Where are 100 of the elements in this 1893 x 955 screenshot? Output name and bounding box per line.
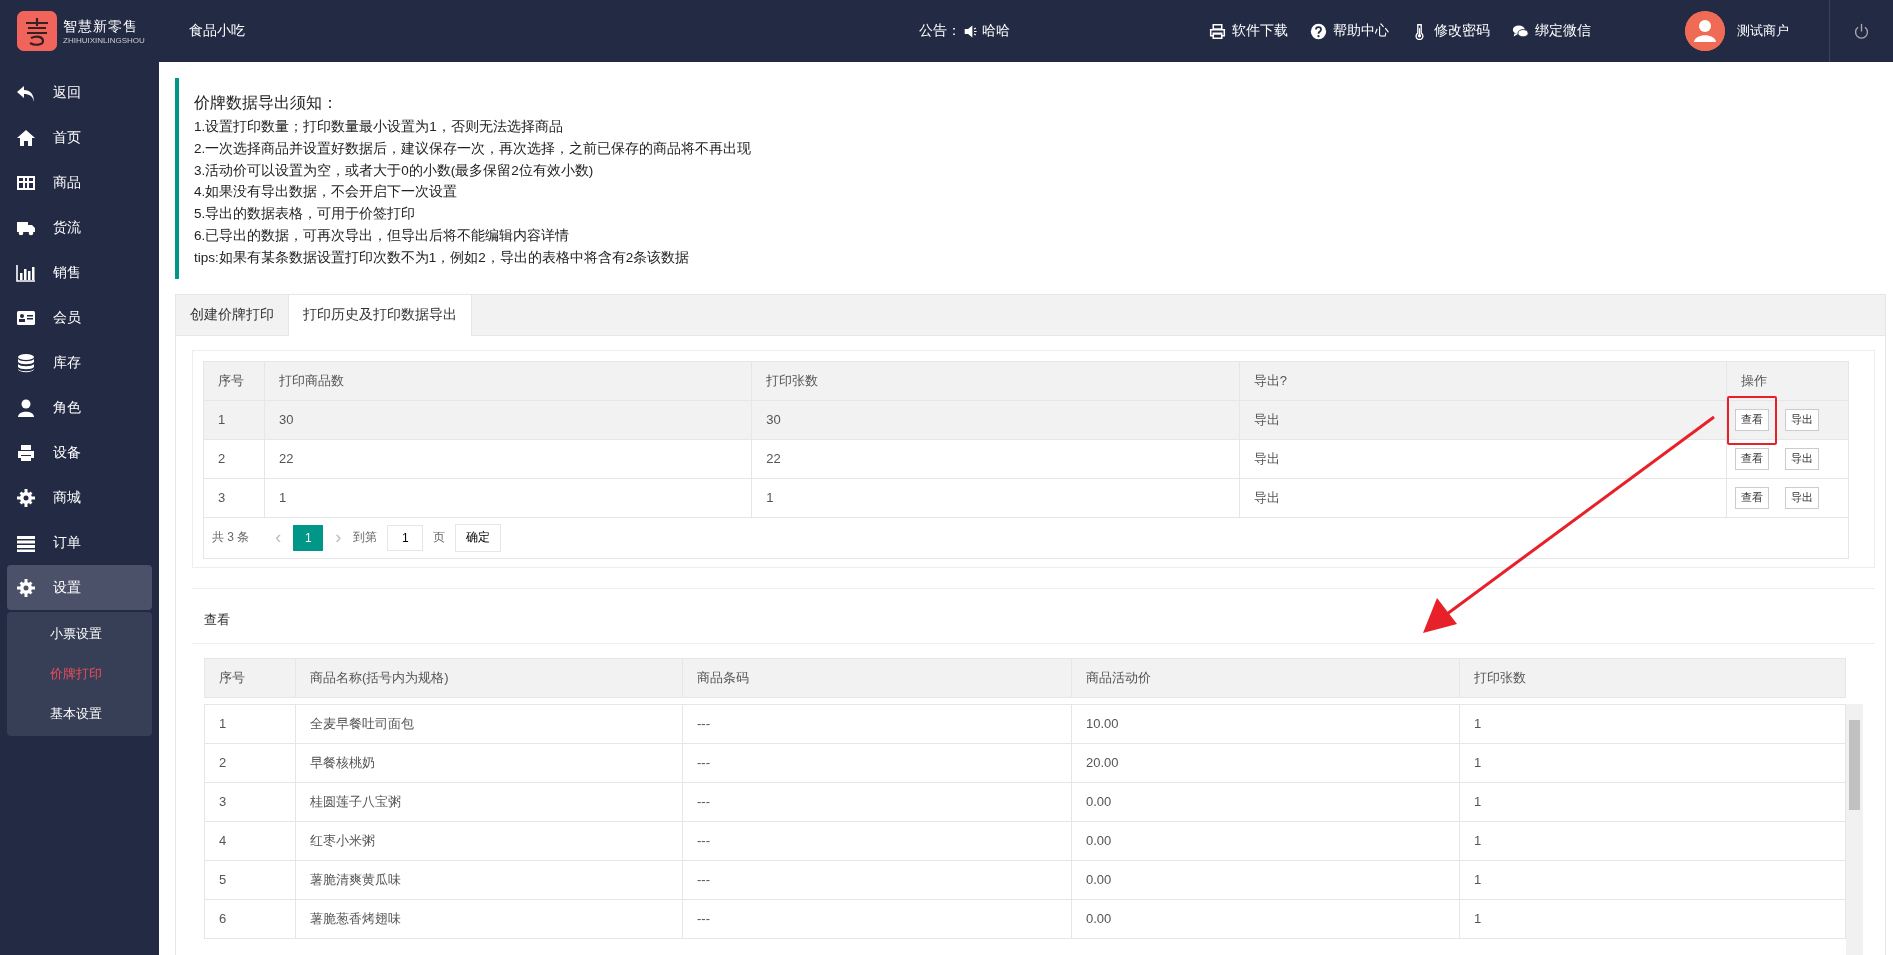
table-cell: 20.00 [1071,743,1460,783]
column-header: 打印张数 [1459,658,1846,698]
table-cell: 30 [751,400,1240,440]
table-cell: 1 [1459,899,1846,939]
table-cell: --- [682,860,1072,900]
sidebar-item[interactable]: 首页 [7,115,152,160]
goto-label: 到第 [353,529,378,547]
sidebar-item[interactable]: 库存 [7,340,152,385]
sidebar-item[interactable]: 销售 [7,250,152,295]
brand-name: 智慧新零售 [63,17,139,36]
bar-chart-icon [16,262,36,283]
column-header: 序号 [203,361,265,401]
action-button[interactable]: 查看 [1735,486,1769,509]
table-cell: 1 [264,478,752,518]
column-header: 商品名称(括号内为规格) [295,658,683,698]
header-link[interactable]: 修改密码 [1411,22,1490,40]
sidebar-item[interactable]: 角色 [7,385,152,430]
table-cell: 4 [204,821,296,861]
scrollbar-thumb[interactable] [1849,719,1860,810]
table-cell: 导出 [1239,439,1727,479]
table-cell: 22 [264,439,752,479]
sidebar-item[interactable]: 商品 [7,160,152,205]
table-cell: 10.00 [1071,704,1460,744]
table-cell: 桂圆莲子八宝粥 [295,782,683,822]
column-header: 序号 [204,658,296,698]
scrollbar[interactable] [1846,703,1863,955]
table-cell: 0.00 [1071,821,1460,861]
sidebar-item[interactable]: 货流 [7,205,152,250]
table-cell: 薯脆清爽黄瓜味 [295,860,683,900]
action-button[interactable]: 导出 [1785,486,1819,509]
action-button[interactable]: 查看 [1735,447,1769,470]
brand-subtitle: ZHIHUIXINLINGSHOU [63,35,145,45]
printer-icon [16,442,36,463]
notice-line: 5.导出的数据表格，可用于价签打印 [194,205,417,224]
sidebar-item[interactable]: 会员 [7,295,152,340]
gear-icon [16,577,36,598]
sidebar-item[interactable]: 商城 [7,475,152,520]
submenu-item[interactable]: 小票设置 [7,614,152,654]
table-cell: 30 [264,400,752,440]
submenu-item[interactable]: 基本设置 [7,694,152,734]
table-cell: --- [682,821,1072,861]
notice-line: tips:如果有某条数据设置打印次数不为1，例如2，导出的表格中将含有2条该数据 [194,248,691,267]
notice-text: 哈哈 [982,22,1010,40]
action-button[interactable]: 导出 [1785,447,1819,470]
table-cell: 1 [751,478,1240,518]
column-header: 商品活动价 [1071,658,1460,698]
table-cell: --- [682,782,1072,822]
action-button[interactable]: 查看 [1735,408,1769,431]
sidebar-item[interactable]: 设置 [7,565,152,610]
column-header: 商品条码 [682,658,1072,698]
logo-icon [17,11,57,51]
printer-icon [1209,22,1226,40]
tab[interactable]: 打印历史及打印数据导出 [288,294,472,336]
table-cell: 2 [204,743,296,783]
table-cell: 0.00 [1071,899,1460,939]
power-icon [1853,22,1870,40]
user-name[interactable]: 测试商户 [1737,22,1789,40]
gear-icon [16,487,36,508]
page-input[interactable]: 1 [387,524,424,551]
table-cell: 1 [1459,704,1846,744]
table-cell: 1 [1459,860,1846,900]
table-cell: 1 [1459,743,1846,783]
table-cell: 22 [751,439,1240,479]
database-icon [16,352,36,373]
page-unit: 页 [433,529,446,547]
table-cell: --- [682,743,1072,783]
table-cell: 1 [203,400,265,440]
table-cell: 1 [1459,821,1846,861]
sidebar-item[interactable]: 设备 [7,430,152,475]
header-link[interactable]: 绑定微信 [1512,22,1591,40]
total-count: 共 3 条 [212,529,250,547]
column-header: 导出? [1239,361,1727,401]
help-icon [1310,22,1327,40]
table-cell: 5 [204,860,296,900]
user-icon [16,397,36,418]
notice-line: 4.如果没有导出数据，不会开启下一次设置 [194,183,459,202]
table-cell: --- [682,899,1072,939]
store-name: 食品小吃 [189,22,246,40]
notice-line: 1.设置打印数量；打印数量最小设置为1，否则无法选择商品 [194,118,564,136]
home-icon [16,127,36,148]
column-header: 打印商品数 [264,361,752,401]
notice-line: 2.一次选择商品并设置好数据后，建议保存一次，再次选择，之前已保存的商品将不再出现 [194,139,753,158]
header-link[interactable]: 帮助中心 [1310,22,1389,40]
table-cell: 红枣小米粥 [295,821,683,861]
column-header: 打印张数 [751,361,1240,401]
column-header: 操作 [1726,361,1849,401]
table-cell: 2 [203,439,265,479]
avatar-icon [1685,11,1725,51]
header-link[interactable]: 软件下载 [1209,22,1288,40]
notice-line: 3.活动价可以设置为空，或者大于0的小数(最多保留2位有效小数) [194,161,595,180]
table-cell: --- [682,704,1072,744]
table-cell: 0.00 [1071,860,1460,900]
action-button[interactable]: 导出 [1785,408,1819,431]
page-number[interactable]: 1 [293,524,324,551]
confirm-button[interactable]: 确定 [455,523,502,552]
table-cell: 3 [203,478,265,518]
sidebar-item[interactable]: 订单 [7,520,152,565]
tab[interactable]: 创建价牌打印 [176,294,288,336]
sidebar-item[interactable]: 返回 [7,70,152,115]
table-cell: 导出 [1239,478,1727,518]
